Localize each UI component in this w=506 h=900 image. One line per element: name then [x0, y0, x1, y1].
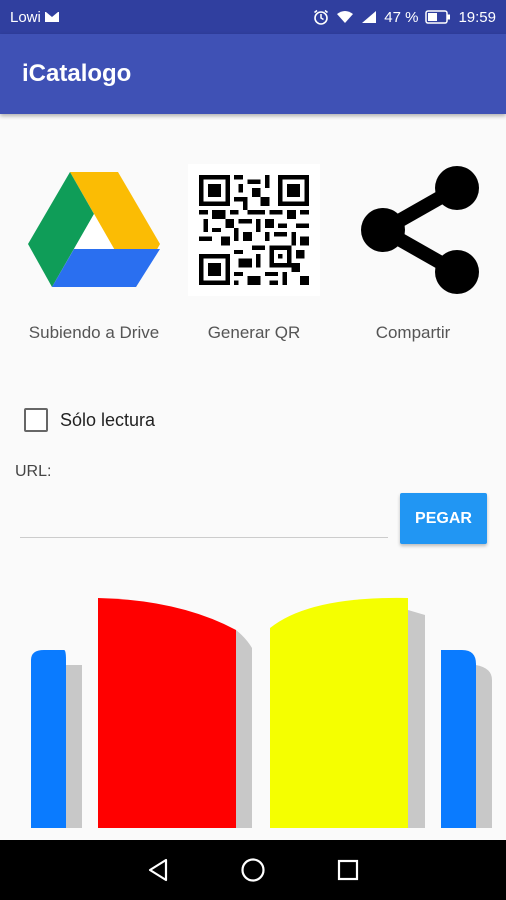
url-label: URL: — [15, 463, 52, 480]
google-drive-icon — [28, 164, 160, 296]
app-bar: iCatalogo — [0, 34, 506, 114]
read-only-label: Sólo lectura — [60, 409, 156, 430]
back-icon[interactable] — [138, 850, 178, 890]
battery-icon — [425, 10, 451, 24]
books-illustration — [31, 597, 492, 828]
mail-icon — [44, 12, 59, 22]
share-icon — [347, 164, 479, 296]
read-only-checkbox[interactable] — [24, 408, 48, 432]
qr-code-icon — [188, 164, 320, 296]
paste-button[interactable]: PEGAR — [400, 493, 487, 544]
drive-upload-action[interactable]: Subiendo a Drive — [14, 164, 174, 344]
carrier-name: Lowi — [10, 8, 41, 26]
navigation-bar — [0, 840, 506, 900]
share-label: Compartir — [375, 323, 451, 342]
read-only-row[interactable]: Sólo lectura — [24, 408, 155, 432]
share-action[interactable]: Compartir — [333, 164, 493, 344]
generate-qr-label: Generar QR — [207, 323, 301, 342]
recents-icon[interactable] — [328, 850, 368, 890]
clock: 19:59 — [458, 8, 496, 26]
generate-qr-action[interactable]: Generar QR — [174, 164, 334, 344]
status-bar: Lowi 47 % 19:59 — [0, 0, 506, 34]
battery-percent: 47 % — [384, 8, 419, 26]
url-input[interactable] — [20, 508, 388, 538]
wifi-icon — [337, 11, 354, 23]
home-icon[interactable] — [233, 850, 273, 890]
drive-upload-label: Subiendo a Drive — [28, 323, 160, 342]
app-title: iCatalogo — [22, 60, 132, 87]
signal-icon — [362, 11, 377, 23]
alarm-icon — [314, 9, 329, 25]
